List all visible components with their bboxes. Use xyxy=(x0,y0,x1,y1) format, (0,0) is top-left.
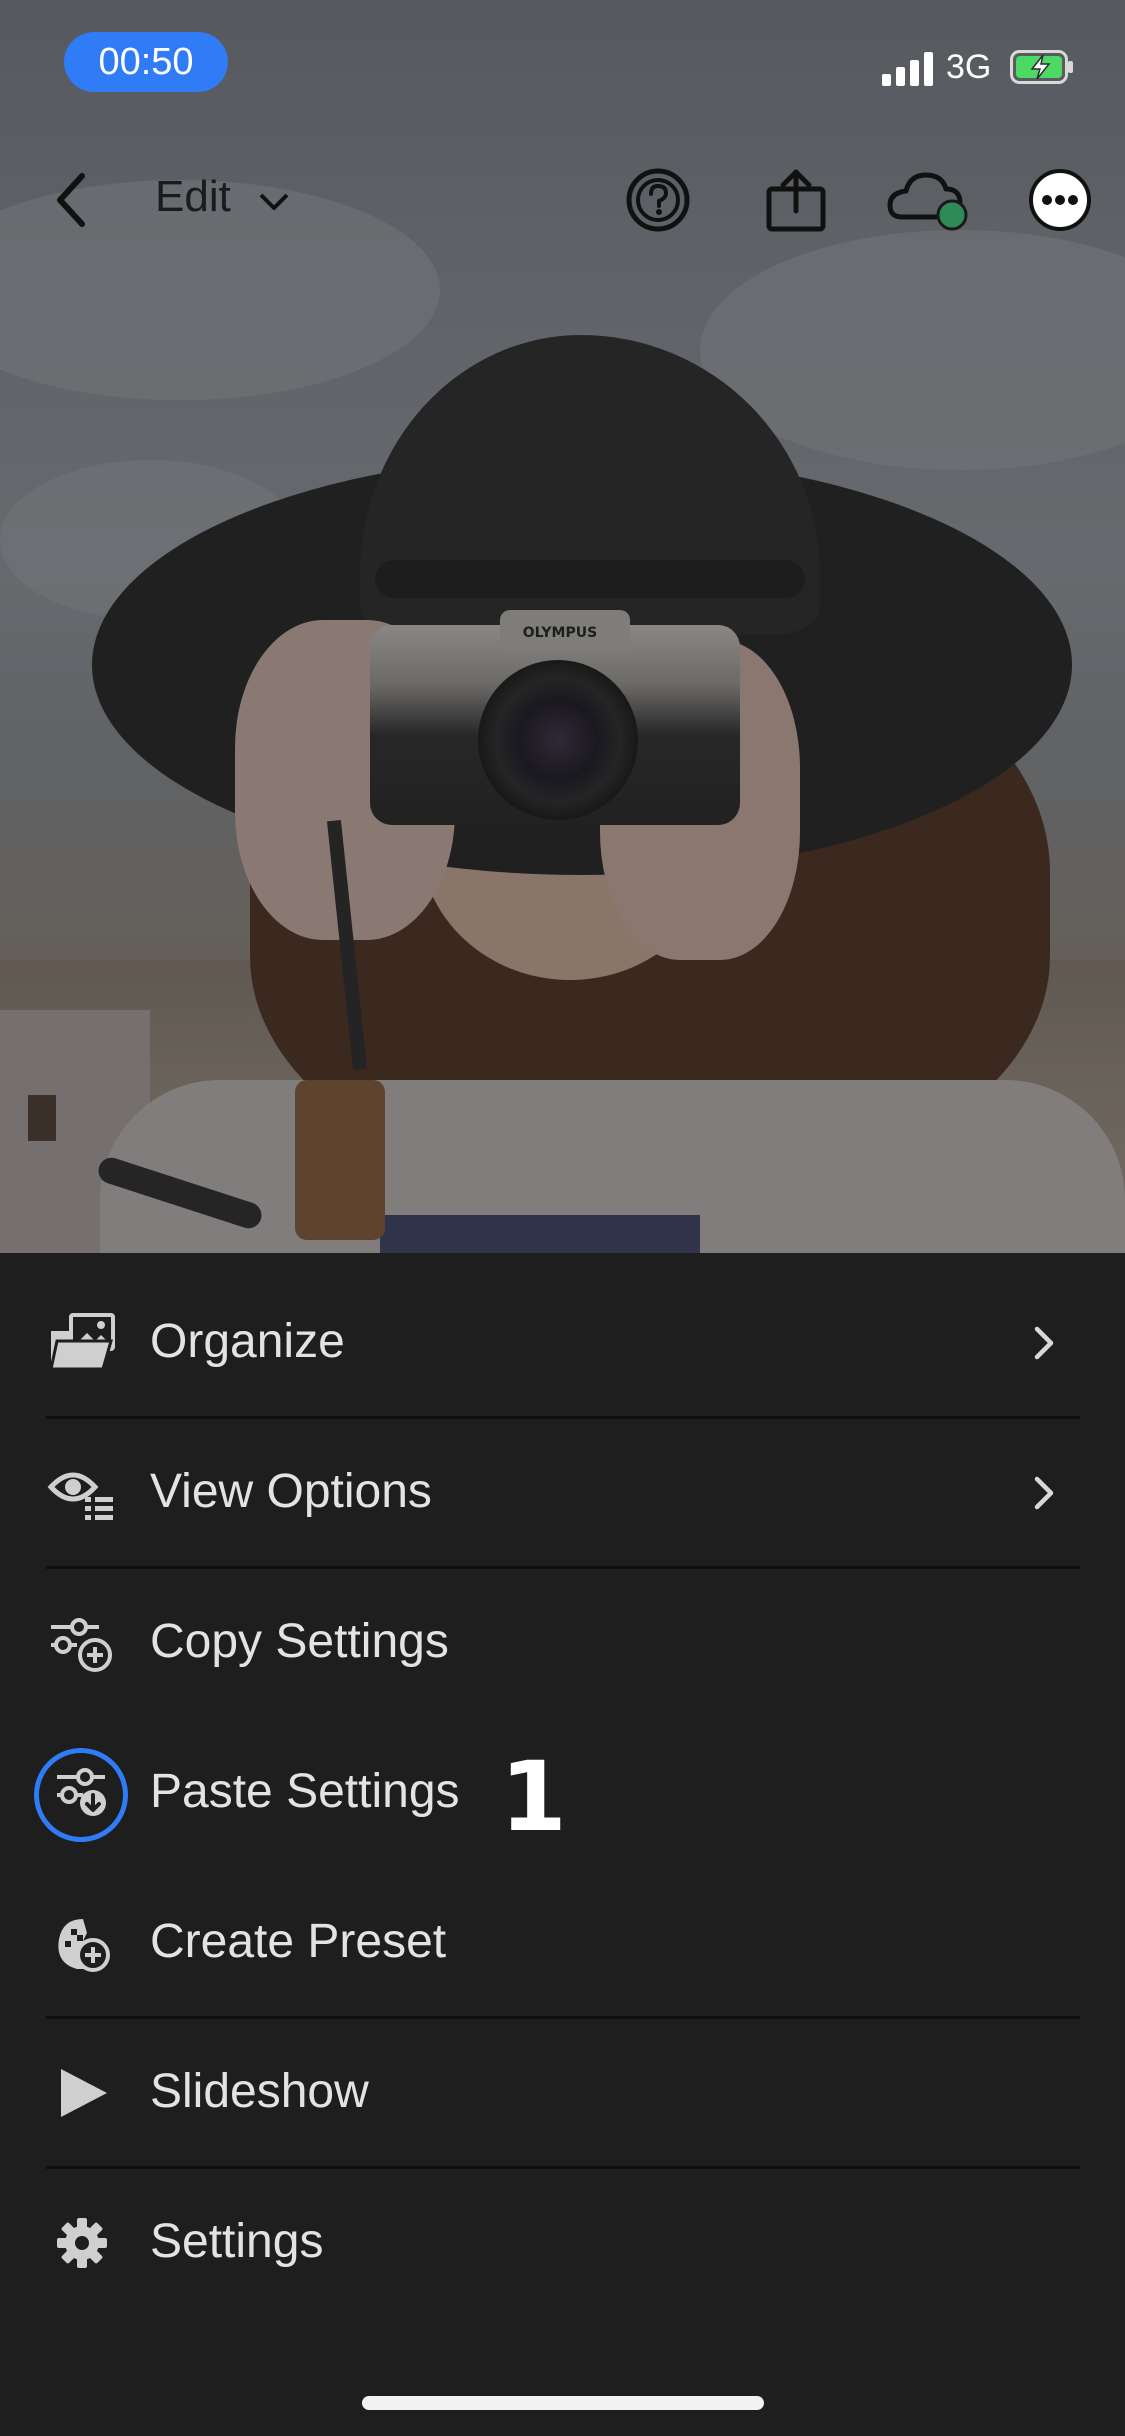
menu-item-label: Slideshow xyxy=(150,2065,369,2118)
share-button[interactable] xyxy=(758,150,834,250)
menu-item-label: View Options xyxy=(150,1465,432,1518)
tap-highlight-ring xyxy=(34,1748,128,1842)
back-chevron-icon xyxy=(57,173,85,227)
home-indicator[interactable] xyxy=(362,2396,764,2410)
share-icon xyxy=(766,169,826,232)
help-button[interactable] xyxy=(620,150,696,250)
status-bar: 00:50 3G xyxy=(0,0,1125,120)
folder-image-icon xyxy=(46,1313,118,1373)
battery-charging-icon xyxy=(1010,50,1073,84)
menu-item-label: Copy Settings xyxy=(150,1615,449,1668)
cloud-sync-button[interactable] xyxy=(880,150,974,250)
more-button[interactable] xyxy=(1020,150,1100,250)
menu-item-settings[interactable]: Settings xyxy=(0,2168,1125,2318)
chevron-right-icon xyxy=(1034,1476,1054,1510)
chevron-right-icon xyxy=(1034,1326,1054,1360)
menu-item-slideshow[interactable]: Slideshow xyxy=(0,2018,1125,2168)
back-button[interactable] xyxy=(30,150,110,250)
gear-icon xyxy=(46,2213,118,2273)
menu-item-label: Organize xyxy=(150,1315,345,1368)
signal-icon xyxy=(882,52,934,86)
menu-item-organize[interactable]: Organize xyxy=(0,1268,1125,1418)
status-time: 00:50 xyxy=(64,32,228,92)
menu-item-view-options[interactable]: View Options xyxy=(0,1418,1125,1568)
preset-plus-icon xyxy=(46,1913,118,1973)
menu-item-create-preset[interactable]: Create Preset xyxy=(0,1868,1125,2018)
help-icon xyxy=(626,168,690,232)
top-toolbar: Edit xyxy=(0,150,1125,250)
edit-mode-label: Edit xyxy=(155,172,231,221)
network-type: 3G xyxy=(946,48,992,86)
menu-item-label: Settings xyxy=(150,2215,324,2268)
cloud-sync-icon xyxy=(887,172,968,231)
menu-item-copy-settings[interactable]: Copy Settings xyxy=(0,1568,1125,1718)
menu-item-label: Paste Settings xyxy=(150,1765,460,1818)
step-number-annotation: 1 xyxy=(500,1741,567,1853)
play-icon xyxy=(46,2063,118,2123)
sliders-plus-icon xyxy=(46,1613,118,1673)
menu-item-label: Create Preset xyxy=(150,1915,447,1968)
more-icon xyxy=(1029,169,1091,231)
eye-list-icon xyxy=(46,1463,118,1523)
caret-down-icon xyxy=(259,193,289,210)
